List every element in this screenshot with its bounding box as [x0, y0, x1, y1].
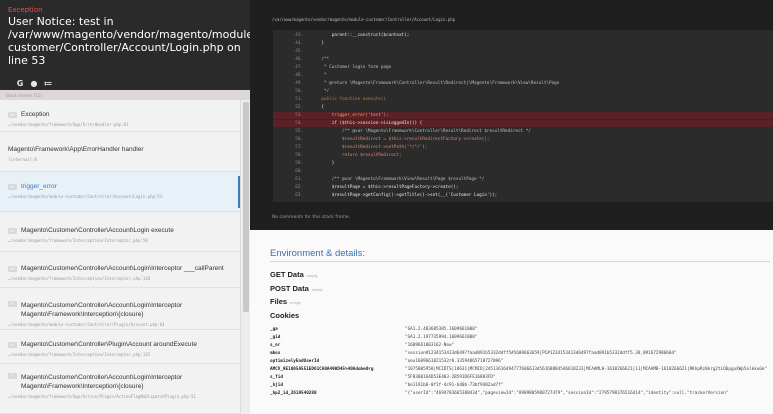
code-line: 46. /** — [295, 57, 330, 62]
code-line: 56. $resultRedirect = $this->resultRedir… — [295, 137, 490, 142]
stack-frame[interactable]: 11 Magento\Customer\Controller\Account\L… — [0, 212, 240, 252]
frame-title: Magento\Customer\Controller\Account\Logi… — [21, 374, 183, 390]
stack-frame[interactable]: 7 Magento\Customer\Controller\Account\Lo… — [0, 364, 240, 414]
frames-scrollbar[interactable] — [240, 100, 250, 414]
code-line: 45. — [295, 49, 303, 54]
cookie-row: _gid "GA1.2.197735994.1609661800" — [270, 335, 478, 340]
code-line: 43. parent::__construct($context); — [295, 33, 410, 38]
code-line: 60. — [295, 169, 303, 174]
empty-label: empty — [306, 273, 318, 278]
cookie-row: AMCV_9E1005A551ED61CA0A490D45%40AdobeOrg… — [270, 367, 768, 372]
code-line: 58. return $resultRedirect; — [295, 153, 402, 158]
code-line-highlighted: 53. trigger_error('test'); — [273, 112, 773, 119]
code-line: 61. /** @var \Magento\Framework\View\Res… — [295, 177, 485, 182]
frame-file: [internal]:0 — [8, 157, 37, 162]
frame-title: Magento\Framework\App\ErrorHandler handl… — [8, 146, 144, 153]
cookie-row: s_nr "1609661803162-New" — [270, 343, 455, 348]
stack-frame[interactable]: 10 Magento\Customer\Controller\Account\L… — [0, 252, 240, 288]
post-data-heading: POST Data empty — [270, 284, 323, 293]
empty-label: empty — [311, 287, 323, 292]
frame-file: …/vendor/magento/framework/App/Action/Pl… — [8, 394, 196, 399]
frame-index: 7 — [8, 373, 17, 379]
stackoverflow-icon[interactable]: ≔ — [44, 79, 53, 88]
stack-frames-list: 14 Exception …/vendor/magento/framework/… — [0, 100, 250, 414]
exception-class: Exception — [8, 6, 43, 14]
frame-index: 10 — [8, 265, 17, 272]
code-line: 57. $resultRedirect->setPath('*/*/'); — [295, 145, 428, 150]
code-line: 51. public function execute() — [295, 97, 387, 102]
code-line-highlighted: 54. if ($this->session->isLoggedIn()) { — [273, 120, 773, 127]
files-heading: Files empty — [270, 297, 301, 306]
frame-index: 14 — [8, 111, 17, 118]
stack-frame[interactable]: 8 Magento\Customer\Controller\Plugin\Acc… — [0, 330, 240, 364]
search-actions: G ● ≔ — [0, 76, 250, 90]
frame-title: trigger_error — [21, 183, 57, 190]
stack-frames-label: Stack frames (15) — [0, 90, 250, 100]
cookie-row: _hjid "be1191b0-0f1f-4c91-b40b-73bf9402ad… — [270, 383, 504, 388]
code-line: 59. } — [295, 161, 335, 166]
empty-label: empty — [290, 300, 301, 305]
frame-file: …/vendor/magento/framework/Interception/… — [8, 238, 148, 243]
cookie-row: _ga "GA1.2.483685385.1609661800" — [270, 327, 478, 332]
code-line: 47. * Customer login form page — [295, 65, 392, 70]
code-line: 48. * — [295, 73, 327, 78]
code-line: 55. /** @var \Magento\Framework\Controll… — [295, 129, 531, 134]
cookie-row: s_fid "5F8300164D53E403-2B591D6FE16883FD" — [270, 375, 496, 380]
stack-frame[interactable]: Magento\Framework\App\ErrorHandler handl… — [0, 132, 240, 172]
cookie-row: optimizelyEndUserId "oeu1609661821532r0.3… — [270, 359, 504, 364]
stack-frame[interactable]: 9 Magento\Customer\Controller\Account\Lo… — [0, 288, 240, 330]
code-panel: /var/www/magento/vendor/magento/module-c… — [250, 0, 773, 230]
duckduckgo-icon[interactable]: ● — [30, 79, 38, 88]
stack-frame-active[interactable]: 12 trigger_error …/vendor/magento/module… — [0, 172, 240, 212]
code-line: 63. $resultPage->getConfig()->getTitle()… — [295, 193, 498, 198]
code-line: 50. */ — [295, 89, 330, 94]
details-panel: /var/www/magento/vendor/magento/module-c… — [250, 0, 773, 414]
stack-frame[interactable]: 14 Exception …/vendor/magento/framework/… — [0, 100, 240, 132]
code-line: 62. $resultPage = $this->resultPageFacto… — [295, 185, 459, 190]
frame-index: 12 — [8, 183, 17, 190]
frame-index: 8 — [8, 341, 17, 348]
code-line: 52. { — [295, 105, 324, 110]
frame-title: Magento\Customer\Controller\Plugin\Accou… — [21, 341, 197, 348]
code-line: 44. } — [295, 41, 324, 46]
exception-message: User Notice: test in /var/www/magento/ve… — [8, 15, 250, 67]
environment-details: Environment & details: GET Data empty POS… — [250, 230, 773, 414]
frame-file: …/vendor/magento/framework/Interception/… — [8, 352, 151, 357]
frame-file: …/vendor/magento/framework/App/ErrorHand… — [8, 122, 129, 127]
cookie-row: _hp2_id_2619540280 "{"userId":"4694783665… — [270, 391, 729, 396]
scrollbar-thumb[interactable] — [243, 102, 249, 312]
frame-index: 11 — [8, 227, 17, 234]
stack-panel: Exception User Notice: test in /var/www/… — [0, 0, 250, 414]
code-snippet: 43. parent::__construct($context); 44. }… — [273, 30, 773, 202]
frame-title: Magento\Customer\Controller\Account\Logi… — [21, 227, 174, 234]
frame-index: 9 — [8, 301, 17, 307]
code-line: 49. * @return \Magento\Framework\Control… — [295, 81, 560, 86]
frame-file: …/vendor/magento/module-customer/Control… — [8, 322, 165, 327]
environment-title: Environment & details: — [270, 248, 366, 259]
frame-file: …/vendor/magento/framework/Interception/… — [8, 276, 151, 281]
get-data-heading: GET Data empty — [270, 270, 318, 279]
frame-comments-note: No comments for this stack frame. — [272, 215, 351, 220]
file-path[interactable]: /var/www/magento/vendor/magento/module-c… — [272, 17, 455, 22]
frame-title: Magento\Customer\Controller\Account\Logi… — [21, 302, 183, 318]
frame-file: …/vendor/magento/module-customer/Control… — [8, 194, 163, 199]
frame-title: Exception — [21, 111, 50, 118]
google-icon[interactable]: G — [16, 79, 24, 88]
frame-title: Magento\Customer\Controller\Account\Logi… — [21, 265, 224, 272]
cookies-heading: Cookies — [270, 311, 300, 320]
divider — [270, 261, 770, 262]
cookie-row: mbox "session#1234153413d6497faad091b5332… — [270, 351, 677, 356]
